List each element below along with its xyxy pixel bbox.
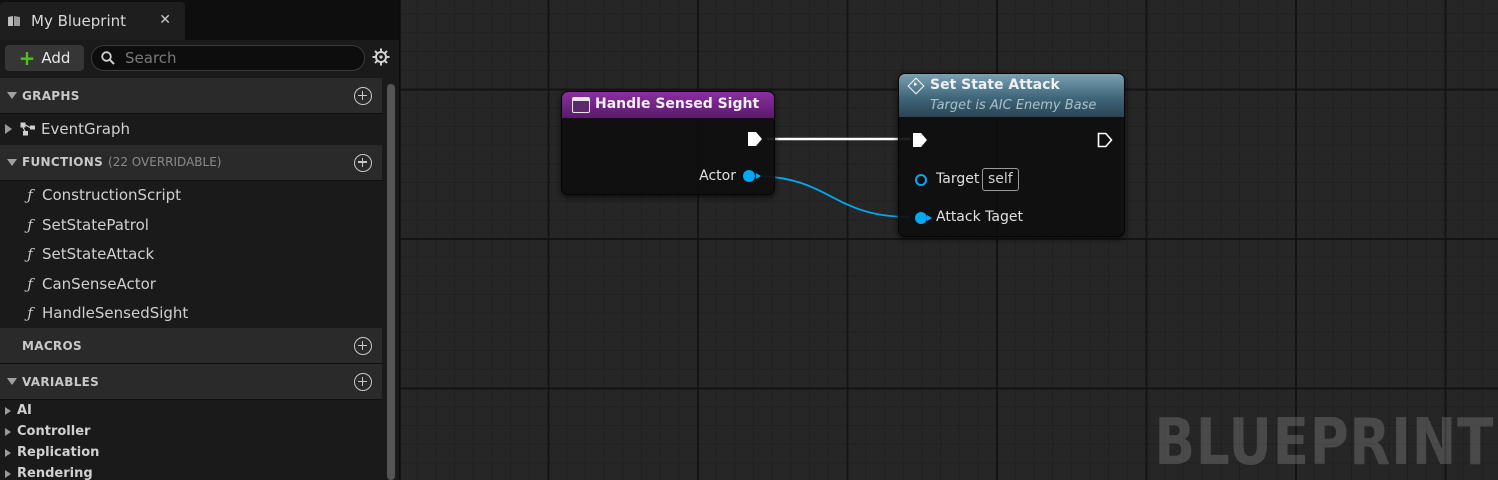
variable-category-label: AI <box>17 403 32 418</box>
function-item[interactable]: ƒ HandleSensedSight <box>0 299 382 329</box>
function-item-label: ConstructionScript <box>42 186 182 205</box>
target-input-pin[interactable] <box>915 174 927 186</box>
section-graphs[interactable]: GRAPHS <box>0 78 382 114</box>
panel-toolbar: + Add <box>0 40 399 76</box>
chevron-down-icon <box>7 92 17 99</box>
function-icon: ƒ <box>27 304 33 323</box>
function-item-label: HandleSensedSight <box>42 304 189 323</box>
variable-category-label: Rendering <box>17 466 93 480</box>
panel-tab-bar: My Blueprint ✕ <box>0 0 399 40</box>
function-icon: ƒ <box>27 245 33 264</box>
node-title: Handle Sensed Sight <box>595 96 760 112</box>
variable-category-label: Replication <box>17 445 100 460</box>
chevron-down-icon <box>7 158 17 166</box>
actor-wire[interactable] <box>752 175 911 218</box>
node-title: Set State Attack <box>930 77 1060 93</box>
add-graph-button[interactable] <box>354 87 372 105</box>
add-button-label: Add <box>41 49 71 67</box>
target-default-field[interactable]: self <box>982 168 1019 191</box>
add-function-button[interactable] <box>354 153 372 172</box>
section-functions[interactable]: FUNCTIONS (22 OVERRIDABLE) <box>0 144 382 181</box>
blueprint-watermark: BLUEPRINT <box>1154 406 1494 480</box>
chevron-right-icon <box>5 427 11 436</box>
section-variables[interactable]: VARIABLES <box>0 364 382 400</box>
blueprint-editor: My Blueprint ✕ + Add Search GRAPHS Event… <box>0 0 1498 480</box>
actor-output-pin[interactable] <box>743 170 755 182</box>
exec-out-pin[interactable] <box>747 131 763 147</box>
variable-category[interactable]: Rendering <box>0 463 382 480</box>
add-macro-button[interactable] <box>354 337 372 355</box>
function-icon: ƒ <box>27 274 33 293</box>
attack-target-pin-label: Attack Taget <box>936 209 1023 225</box>
section-spacer <box>7 342 17 349</box>
gear-icon[interactable] <box>372 48 390 66</box>
variable-category[interactable]: Replication <box>0 442 382 463</box>
target-pin-label: Target <box>936 171 980 187</box>
search-input[interactable] <box>125 49 345 67</box>
event-graph-icon <box>20 122 35 136</box>
close-icon[interactable]: ✕ <box>159 12 171 28</box>
my-blueprint-tab[interactable]: My Blueprint ✕ <box>0 2 185 40</box>
function-icon: ƒ <box>27 215 33 234</box>
graph-canvas[interactable]: Handle Sensed Sight Actor Set State Atta… <box>401 0 1498 480</box>
chevron-down-icon <box>7 378 17 385</box>
variable-category[interactable]: AI <box>0 400 382 421</box>
variable-category-label: Controller <box>17 424 91 439</box>
blueprint-tab-icon <box>8 16 20 26</box>
section-title: MACROS <box>22 338 82 353</box>
chevron-right-icon <box>5 123 12 134</box>
search-box[interactable] <box>91 45 365 71</box>
exec-out-pin[interactable] <box>1097 132 1113 148</box>
add-variable-button[interactable] <box>354 373 372 391</box>
pin-arrow-icon <box>756 173 761 179</box>
function-call-icon <box>907 77 925 95</box>
construction-function-icon: ƒ <box>27 186 33 205</box>
function-item-label: SetStatePatrol <box>42 215 149 234</box>
handle-sensed-sight-node[interactable]: Handle Sensed Sight Actor <box>561 91 775 195</box>
function-item[interactable]: ƒ SetStateAttack <box>0 240 382 270</box>
attack-target-input-pin[interactable] <box>915 212 927 224</box>
node-subtitle: Target is AIC Enemy Base <box>930 98 1097 113</box>
search-icon <box>101 51 115 65</box>
node-header[interactable]: Set State Attack Target is AIC Enemy Bas… <box>899 74 1124 117</box>
node-header[interactable]: Handle Sensed Sight <box>562 92 774 118</box>
section-title: FUNCTIONS <box>22 155 104 169</box>
chevron-right-icon <box>5 448 11 457</box>
variable-category[interactable]: Controller <box>0 421 382 442</box>
panel-tree: GRAPHS EventGraph FUNCTIONS (22 OVERRIDA… <box>0 78 382 480</box>
pin-arrow-icon <box>927 215 932 221</box>
function-item-label: SetStateAttack <box>42 245 155 264</box>
section-subtitle: (22 OVERRIDABLE) <box>108 155 222 169</box>
panel-scrollbar[interactable] <box>387 84 395 480</box>
graph-item-label: EventGraph <box>41 119 130 138</box>
chevron-right-icon <box>5 406 11 415</box>
section-title: GRAPHS <box>22 88 80 103</box>
function-item[interactable]: ƒ ConstructionScript <box>0 181 382 211</box>
exec-in-pin[interactable] <box>912 132 928 148</box>
actor-pin-label: Actor <box>699 168 736 184</box>
chevron-right-icon <box>5 469 11 478</box>
graph-item-eventgraph[interactable]: EventGraph <box>0 114 382 144</box>
custom-event-icon <box>572 97 590 113</box>
plus-icon: + <box>18 46 36 70</box>
function-item-label: CanSenseActor <box>42 274 156 293</box>
add-button[interactable]: + Add <box>5 45 84 71</box>
function-item[interactable]: ƒ CanSenseActor <box>0 269 382 299</box>
section-title: VARIABLES <box>22 374 100 389</box>
set-state-attack-node[interactable]: Set State Attack Target is AIC Enemy Bas… <box>898 73 1125 237</box>
section-macros[interactable]: MACROS <box>0 328 382 364</box>
function-item[interactable]: ƒ SetStatePatrol <box>0 210 382 240</box>
my-blueprint-panel: My Blueprint ✕ + Add Search GRAPHS Event… <box>0 0 400 480</box>
tab-label: My Blueprint <box>31 12 127 30</box>
